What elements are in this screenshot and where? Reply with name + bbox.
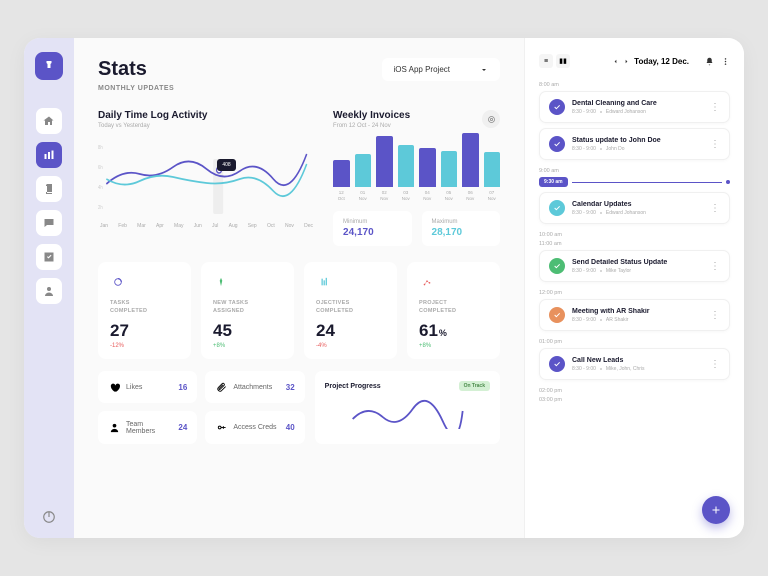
view-list-button[interactable]: ≡ [539,54,553,68]
month-labels: JanFebMarAprMayJunJulAugSepOctNovDec [98,223,315,229]
svg-text:4h: 4h [98,185,103,190]
timeline: 8:00 am Dental Cleaning and Care8:30 - 9… [539,82,730,403]
stats-row: TASKSCOMPLETED 27 -12% NEW TASKSASSIGNED… [98,262,500,359]
stat-card[interactable]: OJECTIVESCOMPLETED 24 -4% [304,262,397,359]
weekly-chart-title: Weekly Invoices [333,110,410,121]
stat-card[interactable]: NEW TASKSASSIGNED 45 +8% [201,262,294,359]
info-grid: Likes16Attachments32Team Members24Access… [98,371,305,444]
event-more-button[interactable]: ⋮ [710,313,720,318]
current-date: Today, 12 Dec. [634,57,689,66]
target-icon [487,115,496,124]
event-more-button[interactable]: ⋮ [710,264,720,269]
daily-chart-title: Daily Time Log Activity [98,110,207,121]
sidebar [24,38,74,538]
nav-messages[interactable] [36,210,62,236]
message-icon [43,217,55,229]
event-card[interactable]: Calendar Updates8:30 - 9:00Edward Johans… [539,192,730,224]
user-icon [43,285,55,297]
schedule-header: ≡ ▮▮ Today, 12 Dec. [539,54,730,68]
max-box: Maximum 28,170 [422,211,500,246]
progress-title: Project Progress [325,383,381,390]
bottom-row: Likes16Attachments32Team Members24Access… [98,371,500,444]
info-card[interactable]: Attachments32 [205,371,304,403]
logo-icon [43,60,55,72]
date-nav: Today, 12 Dec. [612,57,689,66]
power-button[interactable] [42,510,56,524]
info-card[interactable]: Team Members24 [98,411,197,445]
next-day-button[interactable] [623,58,630,65]
app-window: Stats MONTHLY UPDATES iOS App Project Da… [24,38,744,538]
nav-stats[interactable] [36,142,62,168]
app-logo[interactable] [35,52,63,80]
min-value: 24,170 [343,227,401,238]
nav-list [36,108,62,304]
chart-settings-button[interactable] [482,110,500,128]
main-content: Stats MONTHLY UPDATES iOS App Project Da… [74,38,524,538]
files-icon [43,183,55,195]
plus-icon [710,504,722,516]
progress-badge: On Track [459,381,490,391]
event-card[interactable]: Dental Cleaning and Care8:30 - 9:00Edwar… [539,91,730,123]
stat-card[interactable]: TASKSCOMPLETED 27 -12% [98,262,191,359]
project-selector[interactable]: iOS App Project [382,58,500,81]
more-button[interactable] [721,57,730,66]
max-label: Maximum [432,219,490,225]
chart-tooltip: 408 [217,159,235,171]
min-box: Minimum 24,170 [333,211,411,246]
event-more-button[interactable]: ⋮ [710,105,720,110]
nav-files[interactable] [36,176,62,202]
info-card[interactable]: Access Creds40 [205,411,304,445]
min-label: Minimum [343,219,401,225]
notifications-button[interactable] [705,57,714,66]
add-event-button[interactable] [702,496,730,524]
event-card[interactable]: Send Detailed Status Update8:30 - 9:00Mi… [539,250,730,282]
page-title: Stats [98,58,174,81]
progress-chart [325,399,490,434]
chevron-down-icon [480,66,488,74]
nav-profile[interactable] [36,278,62,304]
prev-day-button[interactable] [612,58,619,65]
nav-home[interactable] [36,108,62,134]
svg-text:8h: 8h [98,145,103,150]
progress-card: Project Progress On Track [315,371,500,444]
event-card[interactable]: Call New Leads8:30 - 9:00Mike, John, Chr… [539,348,730,380]
bar-chart-canvas: 12Oct01Nov02Nov03Nov04Nov05Nov06Nov07Nov [333,139,500,201]
event-more-button[interactable]: ⋮ [710,142,720,147]
nav-tasks[interactable] [36,244,62,270]
project-name: iOS App Project [394,65,450,74]
event-card[interactable]: Meeting with AR Shakir8:30 - 9:00AR Shak… [539,299,730,331]
svg-text:2h: 2h [98,205,103,210]
daily-chart: Daily Time Log Activity Today vs Yesterd… [98,110,315,246]
svg-text:6h: 6h [98,165,103,170]
line-chart-canvas: 8h 6h 4h 2h 408 [98,139,315,219]
max-value: 28,170 [432,227,490,238]
schedule-panel: ≡ ▮▮ Today, 12 Dec. 8:00 am Dental Clean… [524,38,744,538]
event-more-button[interactable]: ⋮ [710,362,720,367]
weekly-chart-subtitle: From 12 Oct - 24 Nov [333,123,410,129]
home-icon [43,115,55,127]
stat-card[interactable]: PROJECTCOMPLETED 61% +8% [407,262,500,359]
stats-icon [43,149,55,161]
view-grid-button[interactable]: ▮▮ [556,54,570,68]
weekly-chart: Weekly Invoices From 12 Oct - 24 Nov 12O… [333,110,500,246]
page-subtitle: MONTHLY UPDATES [98,85,174,92]
event-more-button[interactable]: ⋮ [710,206,720,211]
event-card[interactable]: Status update to John Doe8:30 - 9:00John… [539,128,730,160]
info-card[interactable]: Likes16 [98,371,197,403]
check-icon [43,251,55,263]
daily-chart-subtitle: Today vs Yesterday [98,123,207,129]
charts-row: Daily Time Log Activity Today vs Yesterd… [98,110,500,246]
page-header: Stats MONTHLY UPDATES iOS App Project [98,58,500,92]
power-icon [42,510,56,524]
